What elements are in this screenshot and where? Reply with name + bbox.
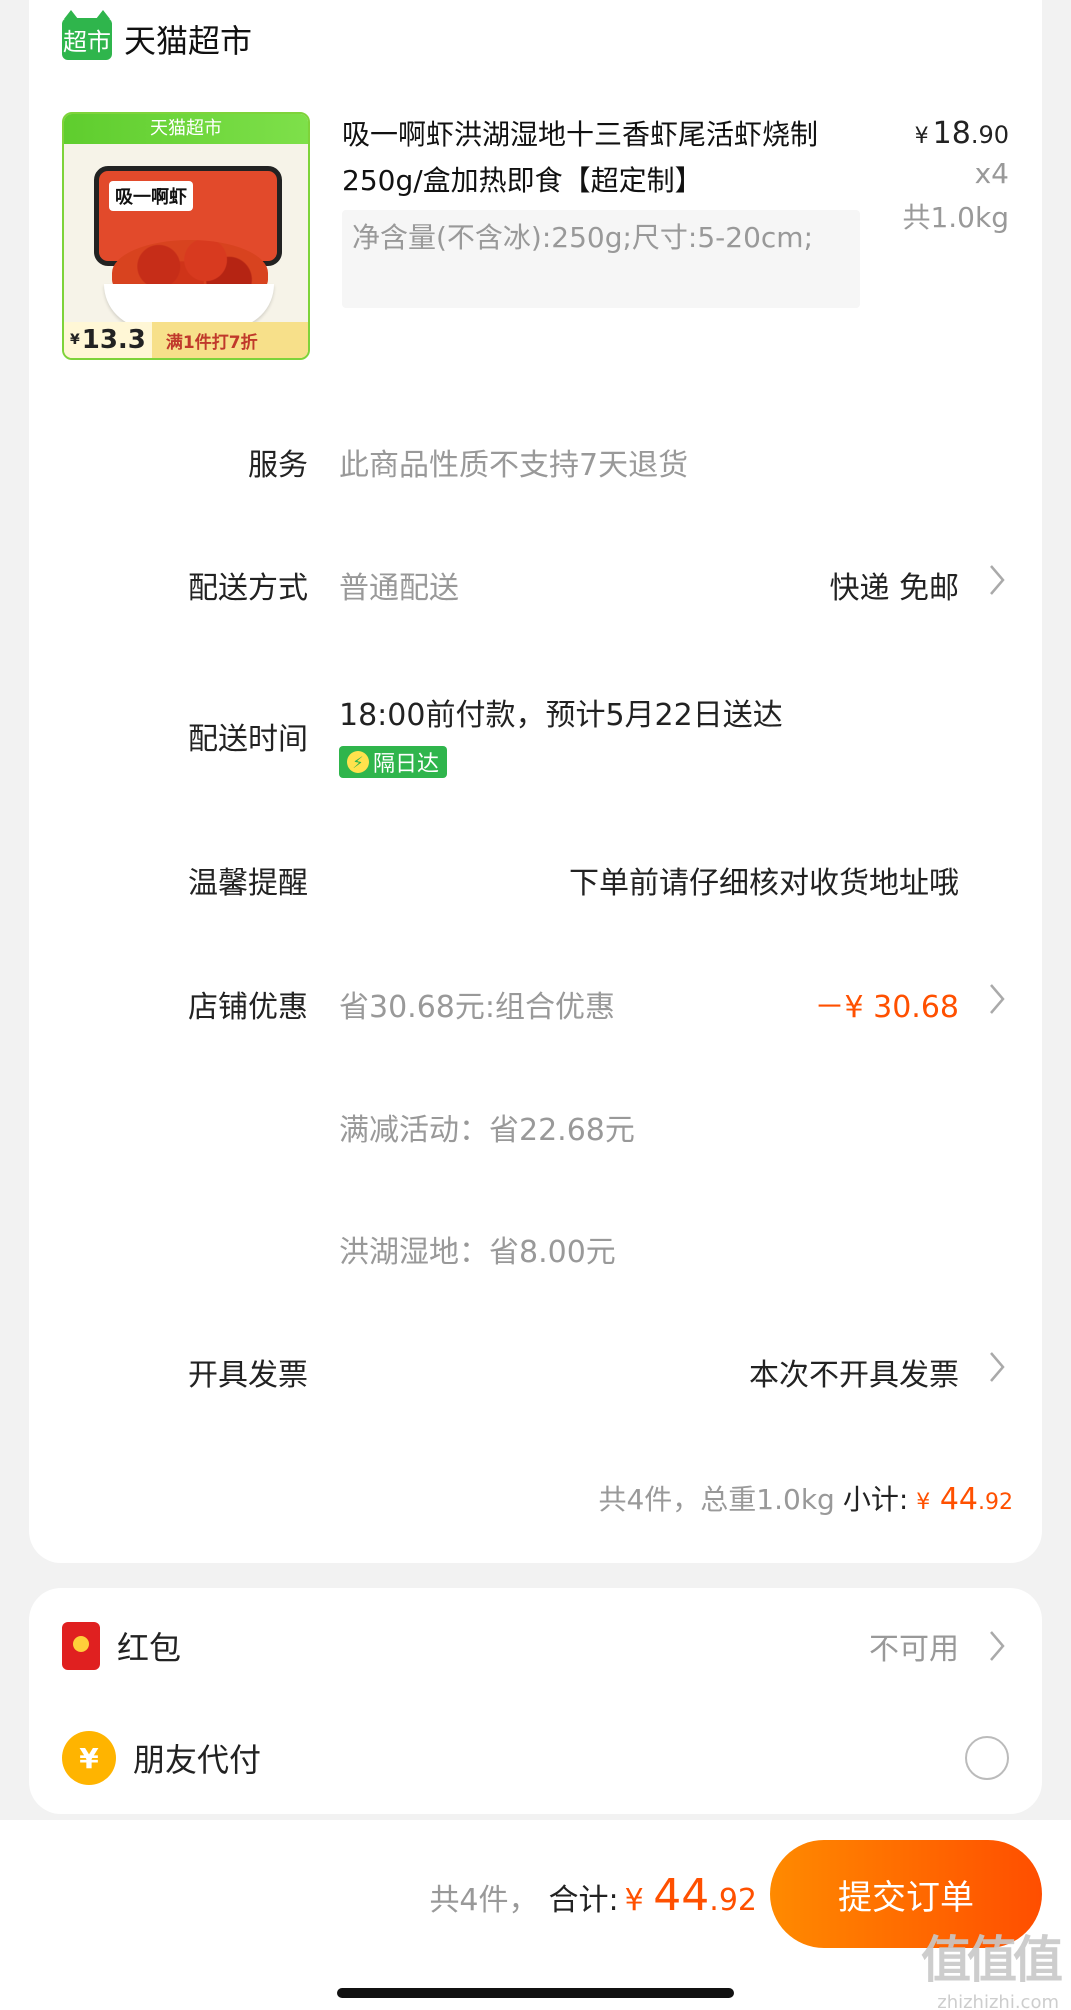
delivery-method-right: 快递 免邮 [829, 571, 959, 606]
red-packet-row[interactable]: 红包 不可用 [29, 1614, 1042, 1678]
store-discount-value: 省30.68元:组合优惠 [339, 990, 615, 1025]
order-card: 超市 天猫超市 天猫超市 吸一啊虾 ¥ 13.3 满1件打7折 吸一啊虾洪湖湿地… [29, 0, 1042, 1563]
reminder-row: 温馨提醒 下单前请仔细核对收货地址哦 [29, 858, 1042, 918]
product-price: ¥18.90 [902, 116, 1009, 151]
product-quantity: x4 [974, 157, 1009, 190]
chevron-right-icon[interactable] [988, 1350, 1006, 1384]
store-discount-amount: －¥ 30.68 [814, 990, 959, 1025]
next-day-badge: ⚡ 隔日达 [339, 746, 448, 778]
discount-detail-1: 满减活动：省22.68元 [29, 1105, 1042, 1165]
invoice-row[interactable]: 开具发票 本次不开具发票 [29, 1350, 1042, 1410]
reminder-text: 下单前请仔细核对收货地址哦 [569, 866, 959, 901]
friend-pay-icon: ¥ [62, 1731, 116, 1785]
thumb-promo: 满1件打7折 [165, 332, 258, 353]
footer-dec: .92 [709, 1883, 757, 1918]
delivery-method-value: 普通配送 [339, 571, 459, 606]
product-price-block: ¥18.90 x4 共1.0kg [902, 116, 1009, 236]
service-row: 服务 此商品性质不支持7天退货 [29, 440, 1042, 500]
home-indicator[interactable] [337, 1988, 734, 1998]
store-name: 天猫超市 [124, 22, 253, 60]
thumb-yen: ¥ [70, 332, 80, 348]
chevron-right-icon[interactable] [988, 982, 1006, 1016]
thumb-price-value: 13.3 [81, 325, 146, 355]
footer-count: 共4件， [429, 1883, 539, 1918]
footer-int: 44 [653, 1870, 710, 1921]
subtotal-count: 共4件，总重1.0kg [598, 1483, 835, 1516]
product-spec[interactable]: 净含量(不含冰):250g;尺寸:5-20cm; [342, 210, 860, 308]
invoice-value: 本次不开具发票 [749, 1358, 959, 1393]
service-value: 此商品性质不支持7天退货 [339, 448, 689, 483]
store-header[interactable]: 超市 天猫超市 [62, 10, 253, 64]
watermark-logo: 值值值 [921, 1931, 1063, 1989]
watermark: 值值值 zhizhizhi.com [921, 1920, 1063, 2010]
tmall-supermarket-logo: 超市 [62, 10, 112, 60]
store-discount-row[interactable]: 店铺优惠 省30.68元:组合优惠 －¥ 30.68 [29, 982, 1042, 1042]
reminder-label: 温馨提醒 [188, 866, 308, 901]
thumb-brand-banner: 天猫超市 [64, 114, 308, 144]
subtotal: 共4件，总重1.0kg 小计: ¥ 44.92 [598, 1478, 1013, 1518]
discount-detail-2: 洪湖湿地：省8.00元 [29, 1227, 1042, 1287]
product-weight: 共1.0kg [902, 201, 1009, 234]
red-packet-label: 红包 [117, 1629, 182, 1667]
subtotal-yen: ¥ [916, 1490, 931, 1515]
red-packet-icon [62, 1622, 100, 1670]
service-label: 服务 [248, 448, 308, 483]
footer-yen: ¥ [624, 1883, 644, 1918]
footer-total-label: 合计: [548, 1883, 619, 1918]
price-dec: .90 [970, 121, 1009, 149]
delivery-time-value: 18:00前付款，预计5月22日送达 [339, 698, 783, 733]
thumb-price-bar: ¥ 13.3 满1件打7折 [64, 322, 308, 358]
discount-detail-1-text: 满减活动：省22.68元 [339, 1113, 635, 1148]
chevron-right-icon[interactable] [988, 563, 1006, 597]
payment-options-card: 红包 不可用 ¥ 朋友代付 [29, 1588, 1042, 1814]
delivery-method-row[interactable]: 配送方式 普通配送 快递 免邮 [29, 563, 1042, 623]
subtotal-amount: ¥ 44.92 [916, 1482, 1013, 1517]
thumb-price: ¥ 13.3 [64, 322, 152, 358]
subtotal-dec: .92 [978, 1490, 1013, 1515]
delivery-method-label: 配送方式 [188, 571, 308, 606]
footer-total-amount: ¥ 44.92 [624, 1870, 757, 1921]
footer-total: 共4件， 合计: ¥ 44.92 [429, 1870, 757, 1921]
thumb-brand-title: 吸一啊虾 [109, 181, 193, 211]
store-logo-text: 超市 [63, 27, 111, 56]
price-yen: ¥ [914, 124, 929, 149]
chevron-right-icon[interactable] [988, 1629, 1006, 1663]
invoice-label: 开具发票 [188, 1358, 308, 1393]
friend-pay-radio[interactable] [965, 1736, 1009, 1780]
lightning-icon: ⚡ [347, 751, 369, 773]
subtotal-int: 44 [939, 1482, 978, 1517]
price-int: 18 [932, 116, 971, 151]
watermark-url: zhizhizhi.com [937, 1992, 1059, 2010]
product-title[interactable]: 吸一啊虾洪湖湿地十三香虾尾活虾烧制250g/盒加热即食【超定制】 [342, 112, 882, 204]
subtotal-label: 小计: [842, 1483, 909, 1516]
friend-pay-row[interactable]: ¥ 朋友代付 [29, 1726, 1042, 1790]
friend-pay-label: 朋友代付 [133, 1741, 262, 1779]
store-discount-label: 店铺优惠 [188, 990, 308, 1025]
discount-detail-2-text: 洪湖湿地：省8.00元 [339, 1235, 616, 1270]
product-thumbnail[interactable]: 天猫超市 吸一啊虾 ¥ 13.3 满1件打7折 [62, 112, 310, 360]
red-packet-status: 不可用 [869, 1632, 959, 1667]
delivery-time-label: 配送时间 [188, 722, 308, 757]
checkout-footer: 共4件， 合计: ¥ 44.92 提交订单 值值值 zhizhizhi.com [0, 1820, 1071, 2010]
next-day-badge-text: 隔日达 [373, 752, 440, 777]
